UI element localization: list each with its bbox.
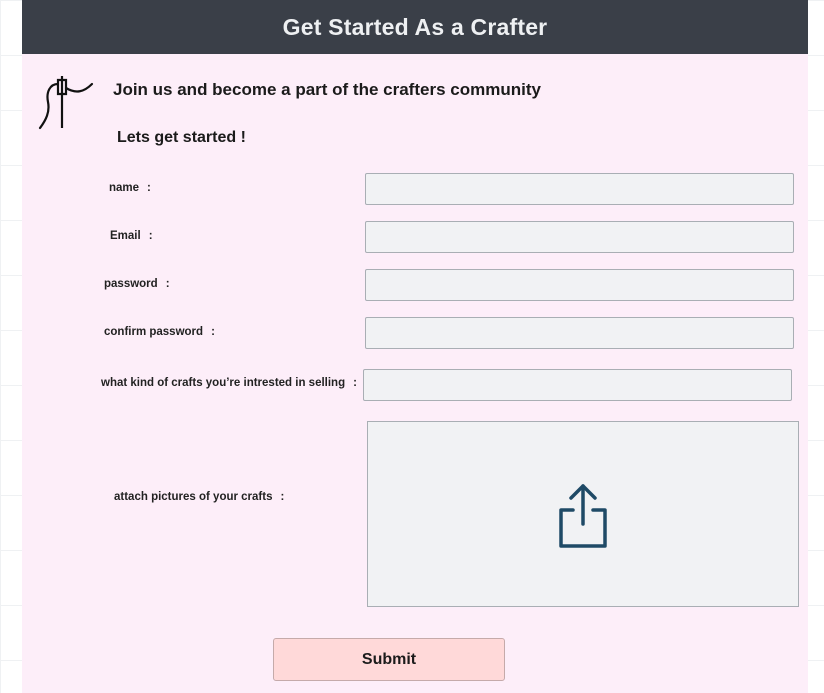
subheading: Lets get started !: [117, 129, 246, 146]
crafts-label: what kind of crafts you’re intrested in …: [101, 377, 357, 389]
password-input[interactable]: [365, 269, 794, 301]
confirm-password-input[interactable]: [365, 317, 794, 349]
submit-button[interactable]: Submit: [273, 638, 505, 681]
page-title: Get Started As a Crafter: [282, 13, 548, 40]
password-label: password:: [104, 278, 170, 290]
attach-label: attach pictures of your crafts:: [114, 491, 285, 503]
crafts-input[interactable]: [363, 369, 792, 401]
page-header: Get Started As a Crafter: [22, 0, 808, 54]
upload-share-icon[interactable]: [555, 480, 611, 550]
email-input[interactable]: [365, 221, 794, 253]
confirm-password-label: confirm password:: [104, 326, 215, 338]
name-input[interactable]: [365, 173, 794, 205]
tagline: Join us and become a part of the crafter…: [113, 80, 541, 99]
image-upload-area[interactable]: [367, 421, 799, 607]
needle-thread-icon: [38, 76, 94, 130]
email-label: Email:: [110, 230, 153, 242]
name-label: name:: [109, 182, 151, 194]
